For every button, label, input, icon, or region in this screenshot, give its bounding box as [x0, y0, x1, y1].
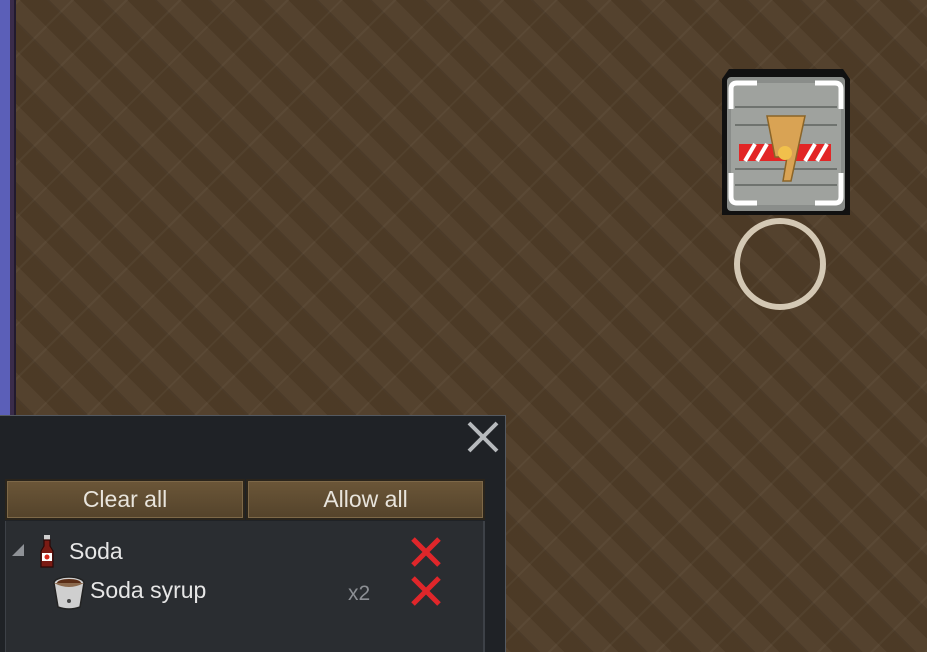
- disallow-soda-icon[interactable]: [409, 535, 443, 569]
- close-icon[interactable]: [464, 418, 502, 456]
- disallow-soda-syrup-icon[interactable]: [409, 574, 443, 608]
- syrup-bucket-icon: [53, 576, 85, 610]
- soda-bottle-icon: [40, 535, 54, 568]
- tree-label-soda-syrup: Soda syrup: [90, 577, 207, 603]
- soda-machine[interactable]: [721, 69, 851, 217]
- expand-toggle-icon[interactable]: [10, 542, 26, 558]
- wall-edge: [0, 0, 16, 420]
- tree-label-soda: Soda: [69, 538, 123, 564]
- interaction-spot: [734, 218, 826, 310]
- clear-all-button[interactable]: Clear all: [5, 479, 245, 520]
- allow-all-button[interactable]: Allow all: [246, 479, 485, 520]
- item-count: x2: [348, 582, 371, 605]
